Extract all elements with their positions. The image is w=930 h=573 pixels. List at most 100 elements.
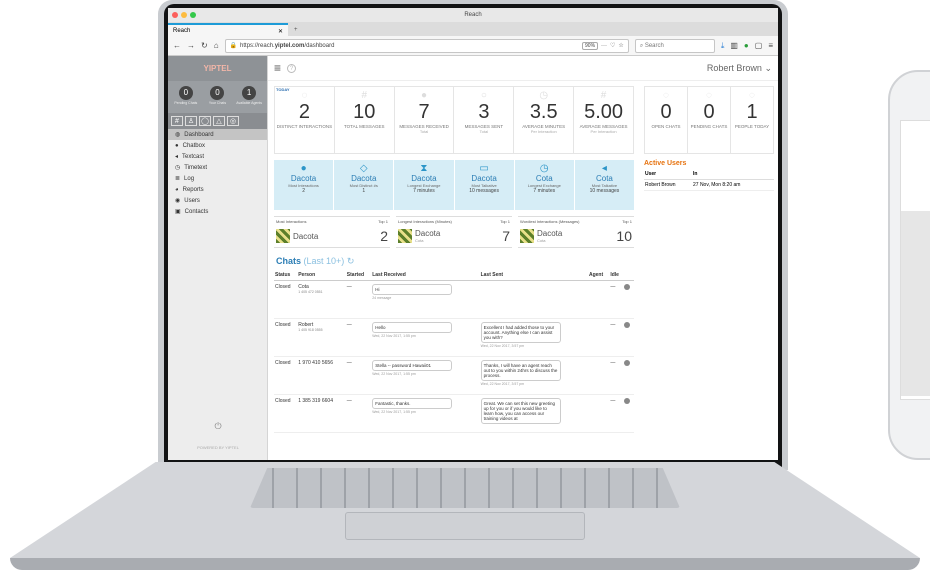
- back-icon[interactable]: ←: [173, 41, 181, 50]
- table-row[interactable]: Closed 1 385 319 6604 — Fantastic, thank…: [274, 394, 634, 433]
- feature-card[interactable]: ▭ Dacota Most Talkative 10 messages: [454, 160, 514, 210]
- reload-icon[interactable]: ↻: [201, 41, 208, 50]
- address-bar[interactable]: 🔒 https://reach. yiptel.com/dashboard 90%…: [224, 38, 629, 53]
- chat-agent: [587, 394, 610, 433]
- top-name[interactable]: Dacota: [293, 232, 318, 241]
- chat-icon[interactable]: ◯: [199, 116, 211, 126]
- sidebar-item-timetext[interactable]: ◷ Timetext: [168, 162, 267, 173]
- column-user: User: [645, 171, 657, 177]
- stat-open-chats: ◌ 0 OPEN CHATS: [645, 87, 688, 153]
- last-received-message: Hello: [372, 322, 453, 333]
- sidebar-item-log[interactable]: ≣ Log: [168, 173, 267, 184]
- table-row[interactable]: Closed 1 970 410 5656 — Stella -- passwo…: [274, 356, 634, 395]
- hash-icon[interactable]: #: [171, 116, 183, 126]
- window-controls[interactable]: [172, 12, 196, 18]
- powered-by: POWERED BY YIPTEL: [197, 445, 239, 450]
- power-icon[interactable]: ⏻: [168, 421, 268, 432]
- pocket-icon[interactable]: ♡: [610, 42, 615, 49]
- column-header[interactable]: Last Received: [371, 270, 480, 281]
- sidebar-item-label: Chatbox: [182, 142, 205, 149]
- last-received-message: Fantastic, thanks.: [372, 398, 453, 409]
- clock-icon: ◷: [175, 165, 181, 171]
- stat-value: 3.5: [529, 101, 558, 123]
- keyboard: [250, 468, 680, 508]
- warning-icon[interactable]: △: [213, 116, 225, 126]
- active-user-row[interactable]: Robert Brown 27 Nov, Mon 8:20 am: [644, 180, 774, 191]
- counter-available-agents[interactable]: 1 Available Agents: [235, 86, 263, 108]
- hamburger-icon[interactable]: ≡: [274, 61, 281, 75]
- sidebar-item-chatbox[interactable]: ● Chatbox: [168, 140, 267, 151]
- stat-label: OPEN CHATS: [651, 124, 681, 129]
- column-header[interactable]: Started: [345, 270, 372, 281]
- column-header[interactable]: Last Sent: [479, 270, 588, 281]
- avatar: [520, 229, 534, 243]
- main-content: ≡ ? Robert Brown ⌄ TODAY ◌ 2 DISTINCT INTE…: [268, 56, 778, 460]
- home-icon[interactable]: ⌂: [214, 41, 219, 50]
- tab-bar: Reach ✕ +: [168, 22, 778, 36]
- sidebar-icon[interactable]: ▢: [755, 41, 763, 50]
- gear-icon[interactable]: [624, 398, 631, 404]
- zoom-level[interactable]: 90%: [582, 41, 599, 50]
- settings-icon[interactable]: ◎: [227, 116, 239, 126]
- stat-value: 5.00: [584, 101, 624, 123]
- chat-icon: ◌: [706, 90, 712, 101]
- chat-started: —: [345, 318, 372, 357]
- chat-person[interactable]: 1 385 319 6604: [298, 398, 345, 404]
- new-tab-button[interactable]: +: [288, 27, 304, 36]
- counter-your-chats[interactable]: 0 Your Chats: [203, 86, 231, 108]
- top-name[interactable]: Dacota: [537, 229, 562, 238]
- forward-icon[interactable]: →: [187, 41, 195, 50]
- top-name[interactable]: Dacota: [415, 229, 440, 238]
- browser-tab[interactable]: Reach ✕: [168, 23, 288, 36]
- column-header[interactable]: Person: [297, 270, 346, 281]
- download-icon[interactable]: ⤓: [721, 41, 725, 51]
- counter-pending-chats[interactable]: 0 Pending Chats: [172, 86, 200, 108]
- person-icon[interactable]: ♙: [185, 116, 197, 126]
- column-header[interactable]: Idle: [609, 270, 624, 281]
- sidebar: YIPTEL 0 Pending Chats 0 Your Chats 1 Avail…: [168, 56, 268, 460]
- sidebar-item-reports[interactable]: ◕ Reports: [168, 184, 267, 195]
- gear-icon[interactable]: [624, 360, 631, 366]
- user-menu[interactable]: Robert Brown ⌄: [707, 63, 772, 74]
- chat-agent: [587, 318, 610, 357]
- menu-icon[interactable]: ≡: [768, 41, 773, 50]
- table-row[interactable]: Closed Robert 1 405 918 0555 — Hello Wed, …: [274, 318, 634, 357]
- close-tab-icon[interactable]: ✕: [278, 28, 283, 35]
- chat-phone: 1 405 472 0551: [298, 290, 323, 294]
- column-header[interactable]: Status: [274, 270, 298, 281]
- chat-person[interactable]: 1 970 410 5656: [298, 360, 345, 366]
- feature-card[interactable]: ● Dacota Most Interactions 2: [274, 160, 334, 210]
- gear-icon[interactable]: [624, 322, 631, 328]
- top-rank: Top 1: [378, 219, 388, 224]
- feature-card[interactable]: ⧗ Dacota Longest Exchange 7 minutes: [394, 160, 454, 210]
- sent-meta: Wed, 22 Nov 2017, 3:57 pm: [480, 344, 525, 348]
- table-row[interactable]: Closed Cota 1 405 472 0551 — Hi 24 message…: [274, 280, 634, 319]
- minimize-window-button[interactable]: [181, 12, 187, 18]
- column-header[interactable]: Agent: [587, 270, 610, 281]
- maximize-window-button[interactable]: [190, 12, 196, 18]
- extension-icon[interactable]: ●: [744, 41, 749, 50]
- sent-meta: Wed, 22 Nov 2017, 3:57 pm: [480, 382, 525, 386]
- chat-agent: [587, 280, 610, 319]
- refresh-icon[interactable]: ↻: [347, 256, 355, 266]
- stat-label: TOTAL MESSAGES: [344, 124, 385, 129]
- sidebar-item-textcast[interactable]: ◂ Textcast: [168, 151, 267, 162]
- sidebar-item-users[interactable]: ◉ Users: [168, 195, 267, 206]
- feature-card[interactable]: ◷ Cota Longest Exchange 7 minutes: [514, 160, 574, 210]
- close-window-button[interactable]: [172, 12, 178, 18]
- avatar: [276, 229, 290, 243]
- feature-card[interactable]: ◂ Cota Most Talkative 10 messages: [574, 160, 635, 210]
- yiptel-logo[interactable]: YIPTEL: [168, 56, 267, 81]
- library-icon[interactable]: ▥: [730, 41, 738, 50]
- help-icon[interactable]: ?: [287, 63, 297, 73]
- search-input[interactable]: ⌕ Search: [634, 38, 715, 53]
- bookmark-star-icon[interactable]: ☆: [618, 42, 623, 49]
- sidebar-item-label: Timetext: [184, 164, 208, 171]
- feature-card[interactable]: ◇ Dacota Most Distinct #s 1: [334, 160, 394, 210]
- stat-value: 2: [298, 101, 310, 123]
- sidebar-item-contacts[interactable]: ▣ Contacts: [168, 206, 267, 217]
- chat-status: Closed: [274, 318, 298, 357]
- sidebar-item-dashboard[interactable]: ◍ Dashboard: [168, 129, 267, 140]
- more-icon[interactable]: ···: [601, 43, 607, 49]
- gear-icon[interactable]: [624, 284, 631, 290]
